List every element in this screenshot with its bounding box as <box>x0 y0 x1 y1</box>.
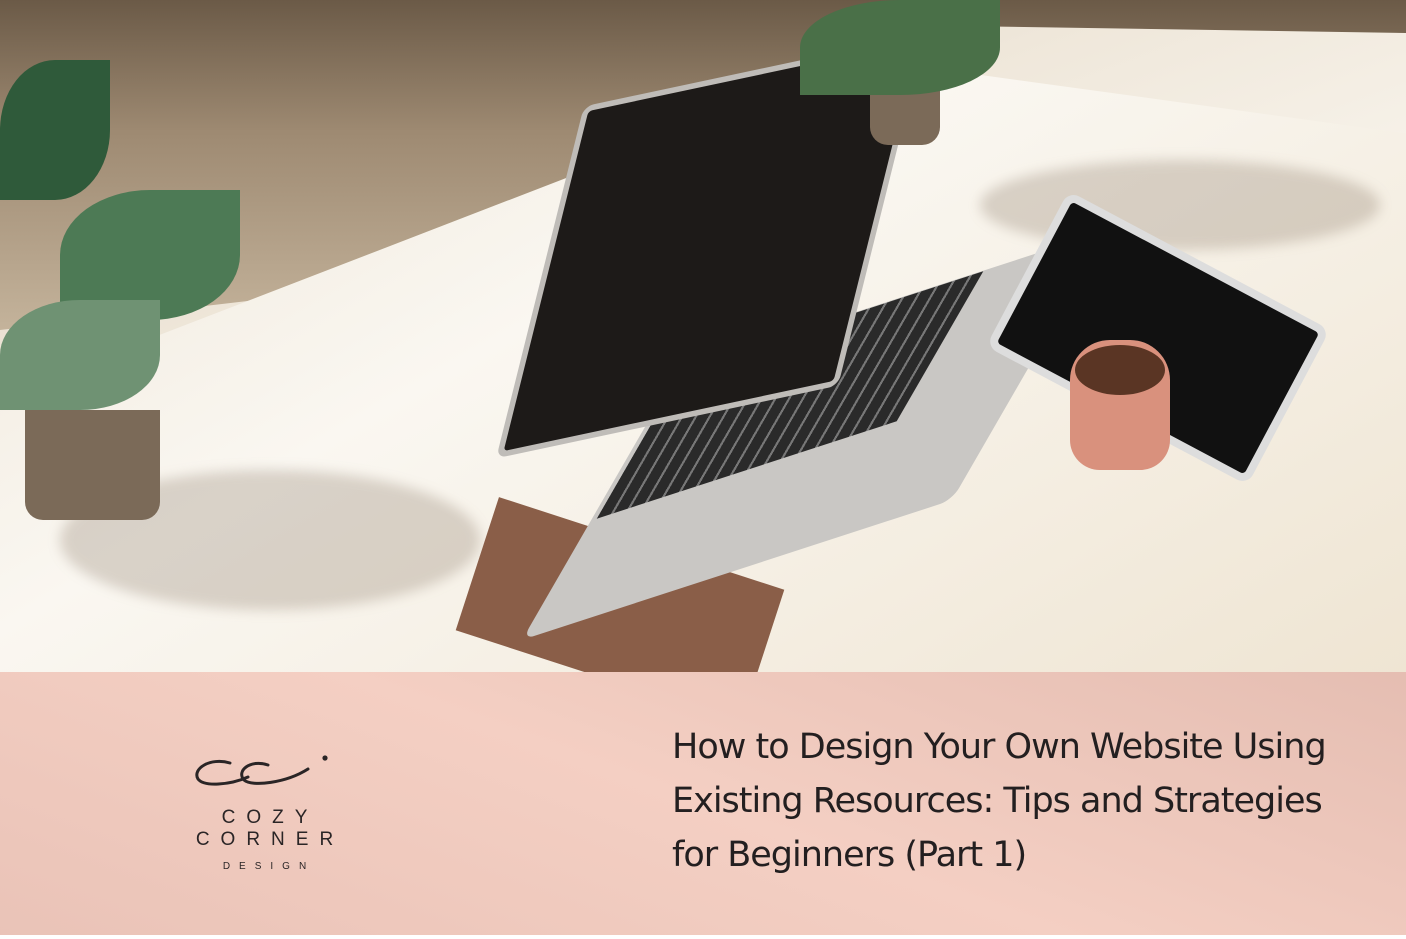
plant-leaf <box>0 60 110 200</box>
plant-pot-left <box>25 410 160 520</box>
brand-subtitle: DESIGN <box>222 861 316 872</box>
post-title: How to Design Your Own Website Using Exi… <box>672 727 1327 875</box>
leaf-shadow <box>980 160 1380 250</box>
blog-banner: COZY CORNER DESIGN How to Design Your Ow… <box>0 0 1406 939</box>
desk-photo <box>0 0 1406 723</box>
coffee <box>1075 345 1165 395</box>
brand-logo: COZY CORNER DESIGN <box>130 755 400 872</box>
divider <box>0 935 1406 939</box>
plant-leaf <box>800 0 1000 95</box>
cci-monogram-icon <box>195 755 328 786</box>
brand-name: COZY CORNER <box>195 807 345 850</box>
plant-leaf <box>0 300 160 410</box>
